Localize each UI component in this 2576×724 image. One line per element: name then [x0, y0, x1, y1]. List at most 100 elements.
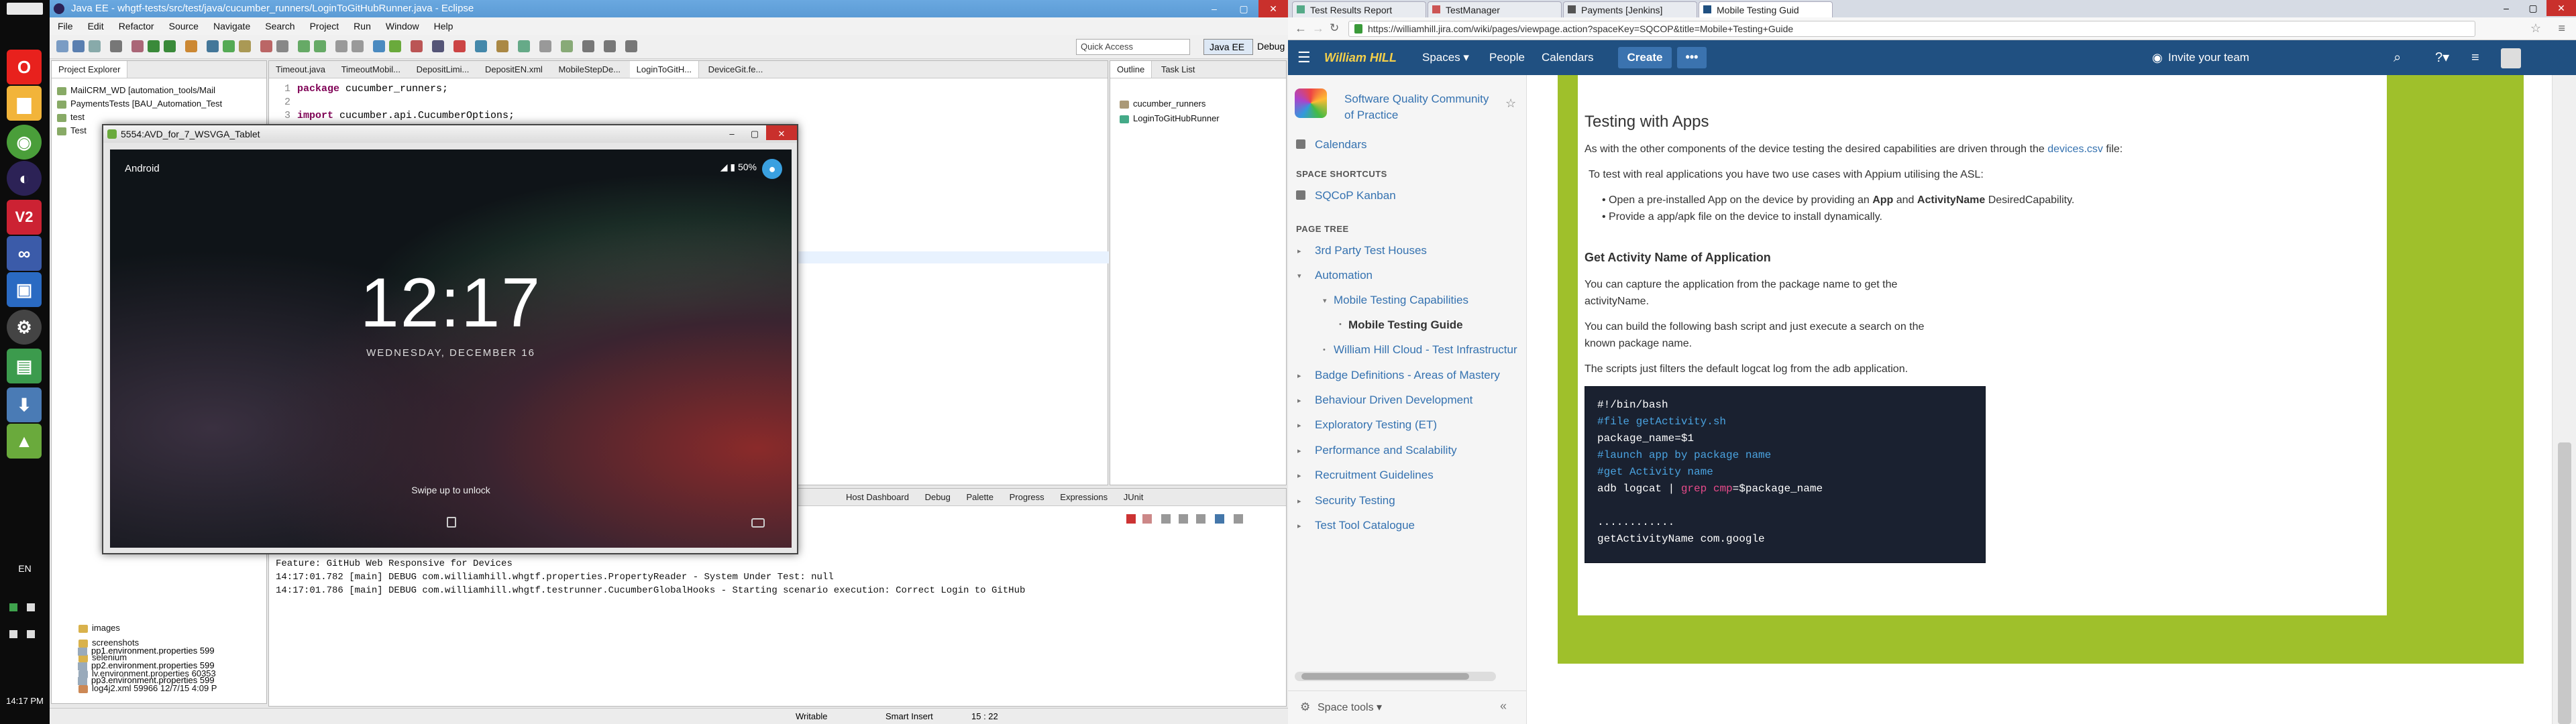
back-icon[interactable]: ←: [1295, 21, 1307, 36]
page-tree-item[interactable]: Behaviour Driven Development: [1315, 394, 1472, 407]
help-icon[interactable]: ?▾: [2435, 40, 2449, 75]
remove-launch-icon[interactable]: [1142, 514, 1152, 524]
display-console-icon[interactable]: [1215, 514, 1224, 524]
pin-editor-icon[interactable]: [539, 40, 551, 52]
outline-item-package[interactable]: cucumber_runners: [1120, 97, 1205, 111]
tree-item[interactable]: PaymentsTests [BAU_Automation_Test: [57, 97, 222, 111]
minimize-button[interactable]: –: [720, 125, 743, 140]
opera-icon[interactable]: O: [7, 50, 42, 84]
menu-help[interactable]: Help: [434, 17, 453, 35]
tab-expressions[interactable]: Expressions: [1053, 489, 1114, 505]
scrollbar-thumb[interactable]: [1301, 673, 1469, 680]
next-annotation-icon[interactable]: [298, 40, 310, 52]
android-lock-screen[interactable]: Android ◢ ▮ 50% ● 12:17 WEDNESDAY, DECEM…: [110, 149, 792, 548]
remote-desktop-icon[interactable]: ▣: [7, 272, 42, 307]
page-tree-item[interactable]: Performance and Scalability: [1315, 444, 1457, 457]
close-button[interactable]: ✕: [2546, 0, 2576, 16]
nav-forward-icon[interactable]: [625, 40, 637, 52]
new-java-project-icon[interactable]: [207, 40, 219, 52]
tree-expand-icon[interactable]: ▸: [1297, 471, 1301, 480]
sidebar-calendars-link[interactable]: Calendars: [1315, 138, 1367, 152]
user-avatar[interactable]: [2501, 48, 2521, 68]
perspective-java-ee[interactable]: Java EE: [1203, 39, 1253, 55]
task-icon[interactable]: [496, 40, 508, 52]
tree-expand-icon[interactable]: ▸: [1297, 396, 1301, 405]
android-sdk-manager-icon[interactable]: [373, 40, 385, 52]
close-button[interactable]: ✕: [766, 125, 797, 140]
lock-icon[interactable]: [447, 517, 456, 528]
open-type-icon[interactable]: [260, 40, 272, 52]
tree-expand-icon[interactable]: ▸: [1297, 497, 1301, 505]
editor-tab-active[interactable]: LoginToGitH...: [629, 61, 700, 78]
menu-refactor[interactable]: Refactor: [119, 17, 154, 35]
browser-tab-active[interactable]: Mobile Testing Guid: [1699, 1, 1833, 17]
tab-debug[interactable]: Debug: [918, 489, 957, 505]
page-tree-item[interactable]: Test Tool Catalogue: [1315, 519, 1415, 532]
tree-item[interactable]: pp3.environment.properties 599: [78, 673, 215, 688]
sidebar-horizontal-scrollbar[interactable]: [1295, 672, 1496, 681]
forward-icon[interactable]: →: [1312, 21, 1324, 36]
nav-back-icon[interactable]: [604, 40, 616, 52]
clear-console-icon[interactable]: [1161, 514, 1171, 524]
create-button[interactable]: Create: [1618, 47, 1672, 68]
tree-item[interactable]: test: [57, 111, 85, 124]
menu-source[interactable]: Source: [169, 17, 199, 35]
language-indicator[interactable]: EN: [0, 563, 50, 574]
start-button[interactable]: [7, 3, 43, 15]
page-tree-item[interactable]: Recruitment Guidelines: [1315, 469, 1434, 482]
tab-task-list[interactable]: Task List: [1155, 61, 1202, 78]
forward-icon[interactable]: [352, 40, 364, 52]
tab-progress[interactable]: Progress: [1003, 489, 1051, 505]
infinity-icon[interactable]: ∞: [7, 236, 42, 271]
invite-team-link[interactable]: Invite your team: [2168, 40, 2249, 75]
space-tools-button[interactable]: Space tools ▾: [1318, 701, 1382, 714]
android-emulator-window[interactable]: 5554:AVD_for_7_WSVGA_Tablet – ▢ ✕ Androi…: [102, 124, 798, 554]
perspective-debug[interactable]: Debug: [1257, 39, 1288, 55]
chrome-menu-icon[interactable]: ≡: [2558, 21, 2565, 36]
folder-icon[interactable]: ▆: [7, 86, 42, 121]
minimize-button[interactable]: –: [2493, 0, 2520, 16]
tree-item[interactable]: images: [78, 621, 120, 635]
eclipse-icon[interactable]: ◐: [7, 161, 42, 196]
save-icon[interactable]: [72, 40, 85, 52]
watch-star-icon[interactable]: ☆: [1505, 97, 1516, 111]
collapse-sidebar-button[interactable]: «: [1500, 699, 1507, 713]
menu-file[interactable]: File: [58, 17, 73, 35]
reload-icon[interactable]: ↻: [1330, 21, 1339, 35]
tree-expand-icon[interactable]: ▸: [1297, 421, 1301, 430]
gear-icon[interactable]: ⚙: [1300, 701, 1310, 714]
outline-item-class[interactable]: LoginToGitHubRunner: [1120, 112, 1220, 125]
space-name-link[interactable]: Software Quality Community of Practice: [1344, 91, 1492, 123]
nav-spaces[interactable]: Spaces ▾: [1422, 40, 1469, 75]
terminate-icon[interactable]: [1126, 514, 1136, 524]
browser-tab[interactable]: Payments [Jenkins]: [1563, 1, 1697, 17]
app-switcher-icon[interactable]: ☰: [1297, 40, 1311, 75]
open-console-icon[interactable]: [1234, 514, 1243, 524]
network-icon[interactable]: [9, 630, 17, 638]
nav-people[interactable]: People: [1489, 40, 1525, 75]
terminal-icon[interactable]: [432, 40, 444, 52]
browser-tab[interactable]: TestManager: [1428, 1, 1562, 17]
search-icon[interactable]: [276, 40, 288, 52]
tab-outline[interactable]: Outline: [1110, 61, 1152, 78]
tab-palette[interactable]: Palette: [960, 489, 1000, 505]
android-sdk-icon[interactable]: ▤: [7, 349, 42, 383]
web-browser-icon[interactable]: [518, 40, 530, 52]
volume-icon[interactable]: [27, 630, 35, 638]
new-package-icon[interactable]: [223, 40, 235, 52]
tab-host-dashboard[interactable]: Host Dashboard: [839, 489, 916, 505]
tab-junit[interactable]: JUnit: [1117, 489, 1150, 505]
maximize-button[interactable]: ▢: [1229, 0, 1258, 17]
maximize-button[interactable]: ▢: [743, 125, 766, 140]
tree-item[interactable]: pp1.environment.properties 599: [78, 644, 215, 658]
page-tree-item[interactable]: Automation: [1315, 269, 1373, 282]
clock[interactable]: 14:17 PM: [0, 696, 50, 706]
nav-calendars[interactable]: Calendars: [1542, 40, 1594, 75]
maximize-button[interactable]: ▢: [2520, 0, 2546, 16]
user-avatar-icon[interactable]: ●: [762, 159, 782, 179]
bookmark-star-icon[interactable]: ☆: [2530, 21, 2541, 36]
editor-tab[interactable]: DeviceGit.fe...: [702, 61, 770, 78]
back-icon[interactable]: [335, 40, 347, 52]
editor-tab[interactable]: TimeoutMobil...: [335, 61, 407, 78]
tree-item[interactable]: MailCRM_WD [automation_tools/Mail: [57, 84, 215, 97]
